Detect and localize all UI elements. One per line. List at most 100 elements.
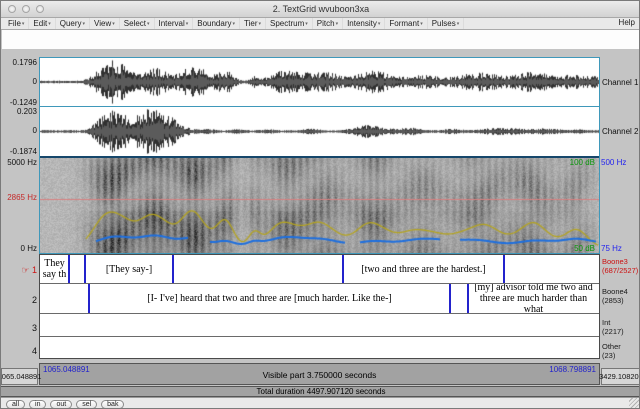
menu-item-edit[interactable]: Edit ▾ <box>29 18 56 29</box>
zoom-in-button[interactable]: in <box>29 400 47 408</box>
time-after-box[interactable]: 3429.108200 <box>599 368 639 385</box>
interval-text: [I- I've] heard that two and three are [… <box>147 293 392 304</box>
chevron-down-icon: ▾ <box>258 21 262 27</box>
interval[interactable]: [They say-] <box>87 255 171 283</box>
chevron-down-icon: ▾ <box>232 21 236 27</box>
time-before-box[interactable]: 1065.048891 <box>1 368 41 385</box>
total-duration-bar[interactable]: Total duration 4497.907120 seconds <box>1 386 639 397</box>
intensity-top-label: 100 dB <box>569 158 595 167</box>
tier-row-2: [I- I've] heard that two and three are [… <box>40 284 599 314</box>
chevron-down-icon: ▾ <box>335 21 339 27</box>
plot-area <box>39 57 600 254</box>
interval-boundary[interactable] <box>88 284 90 313</box>
spec-freq-cursor-label[interactable]: 2865 Hz <box>2 193 37 202</box>
menu-item-query[interactable]: Query ▾ <box>56 18 91 29</box>
spec-freq-top-label: 5000 Hz <box>7 158 37 167</box>
ch2-zero-label: 0 <box>32 126 37 135</box>
tier-row-3 <box>40 314 599 337</box>
menu-item-view[interactable]: View ▾ <box>90 18 120 29</box>
tier-number-gutter: ☞ 1 2 3 4 <box>3 255 37 362</box>
chevron-down-icon: ▾ <box>185 21 189 27</box>
spec-freq-bottom-label: 0 Hz <box>20 244 37 253</box>
tier-number-1[interactable]: ☞ 1 <box>3 265 37 276</box>
chevron-down-icon: ▾ <box>21 21 25 27</box>
ch1-zero-label: 0 <box>32 77 37 86</box>
interval-boundary[interactable] <box>449 284 451 313</box>
waveform-channel-1[interactable] <box>40 58 599 106</box>
spectrogram[interactable] <box>40 158 599 253</box>
menu-item-help[interactable]: Help <box>613 18 639 29</box>
tier-row-1: They say th [They say-] [two and three are… <box>40 255 599 284</box>
interval[interactable] <box>175 255 341 283</box>
tier-label-boone3[interactable]: Boone3 (687/2527) <box>602 257 639 275</box>
menu-bar: File ▾ Edit ▾ Query ▾ View ▾ Select ▾ Interval ▾ Bou… <box>1 18 639 30</box>
interval-text: [two and three are the hardest.] <box>361 263 486 275</box>
interval[interactable] <box>506 255 597 283</box>
tier-name-column: Boone3 (687/2527) Boone4 (2853) Int (2217) Oth… <box>602 255 639 362</box>
chevron-down-icon: ▾ <box>456 21 460 27</box>
tier-block: They say th [They say-] [two and three are… <box>39 254 600 359</box>
window-title: 2. TextGrid wvuboon3xa <box>272 4 370 14</box>
tier-number-4[interactable]: 4 <box>3 346 37 356</box>
tier-label-boone4[interactable]: Boone4 (2853) <box>602 287 639 305</box>
interval[interactable] <box>42 314 597 336</box>
chevron-down-icon: ▾ <box>48 21 51 27</box>
ch1-min-label: -0.1249 <box>9 98 37 107</box>
zoom-bak-button[interactable]: bak <box>101 400 125 408</box>
menu-item-spectrum[interactable]: Spectrum ▾ <box>266 18 313 29</box>
ch2-min-label: -0.1874 <box>9 147 37 156</box>
zoom-all-button[interactable]: all <box>6 400 26 408</box>
interval-text: [They say-] <box>105 263 153 275</box>
interval[interactable]: They say th <box>42 255 67 283</box>
zoom-sel-button[interactable]: sel <box>76 400 98 408</box>
tier-number-2[interactable]: 2 <box>3 295 37 305</box>
interval[interactable] <box>42 337 597 358</box>
interval[interactable] <box>71 255 83 283</box>
menu-item-pitch[interactable]: Pitch ▾ <box>313 18 344 29</box>
interval-boundary[interactable] <box>68 255 70 283</box>
chevron-down-icon: ▾ <box>82 21 86 27</box>
channel2-label: Channel 2 <box>602 127 639 136</box>
interval-boundary[interactable] <box>342 255 344 283</box>
title-bar[interactable]: 2. TextGrid wvuboon3xa <box>1 1 639 18</box>
pitch-bottom-label: 75 Hz <box>601 244 622 253</box>
interval[interactable]: [two and three are the hardest.] <box>345 255 502 283</box>
chevron-down-icon: ▾ <box>305 21 308 27</box>
interval-boundary[interactable] <box>503 255 505 283</box>
channel1-label: Channel 1 <box>602 78 639 87</box>
menu-item-formant[interactable]: Formant ▾ <box>385 18 428 29</box>
interval-boundary[interactable] <box>467 284 469 313</box>
selection-info-strip <box>2 30 639 49</box>
interval-boundary[interactable] <box>84 255 86 283</box>
zoom-out-button[interactable]: out <box>50 400 73 408</box>
interval-text: [my] advisor told me two and three are m… <box>474 284 593 313</box>
tier-label-int[interactable]: Int (2217) <box>602 318 639 336</box>
intensity-bottom-label: 50 dB <box>574 244 595 253</box>
resize-grip-icon[interactable] <box>629 398 639 408</box>
tier-label-other[interactable]: Other (23) <box>602 342 639 360</box>
menu-item-intensity[interactable]: Intensity ▾ <box>343 18 386 29</box>
menu-item-pulses[interactable]: Pulses ▾ <box>428 18 465 29</box>
menu-item-file[interactable]: File ▾ <box>4 18 30 29</box>
zoom-buttons: all in out sel bak <box>6 400 125 408</box>
chevron-down-icon: ▾ <box>377 21 381 27</box>
visible-part-label: Visible part 3.750000 seconds <box>262 370 377 380</box>
visible-part-bar[interactable]: 1065.048891 Visible part 3.750000 second… <box>39 363 600 385</box>
visible-end-time: 1068.798891 <box>549 365 596 374</box>
waveform-channel-2[interactable] <box>40 107 599 156</box>
tier-number-3[interactable]: 3 <box>3 323 37 333</box>
bottom-controls: allinoutselbak ◂ ▸ ✓ Group <box>1 397 639 408</box>
interval[interactable]: [I- I've] heard that two and three are [… <box>91 284 448 313</box>
interval[interactable]: [my] advisor told me two and three are m… <box>470 284 597 313</box>
interval[interactable] <box>42 284 87 313</box>
interval[interactable] <box>452 284 466 313</box>
menu-item-select[interactable]: Select ▾ <box>120 18 155 29</box>
menu-item-tier[interactable]: Tier ▾ <box>240 18 267 29</box>
interval-boundary[interactable] <box>172 255 174 283</box>
menu-item-boundary[interactable]: Boundary ▾ <box>193 18 241 29</box>
chevron-down-icon: ▾ <box>112 21 115 27</box>
textgrid-editor-window: 2. TextGrid wvuboon3xa File ▾ Edit ▾ Query ▾ V… <box>0 0 640 409</box>
pitch-top-label: 500 Hz <box>601 158 627 167</box>
chevron-down-icon: ▾ <box>420 21 423 27</box>
menu-item-interval[interactable]: Interval ▾ <box>155 18 194 29</box>
